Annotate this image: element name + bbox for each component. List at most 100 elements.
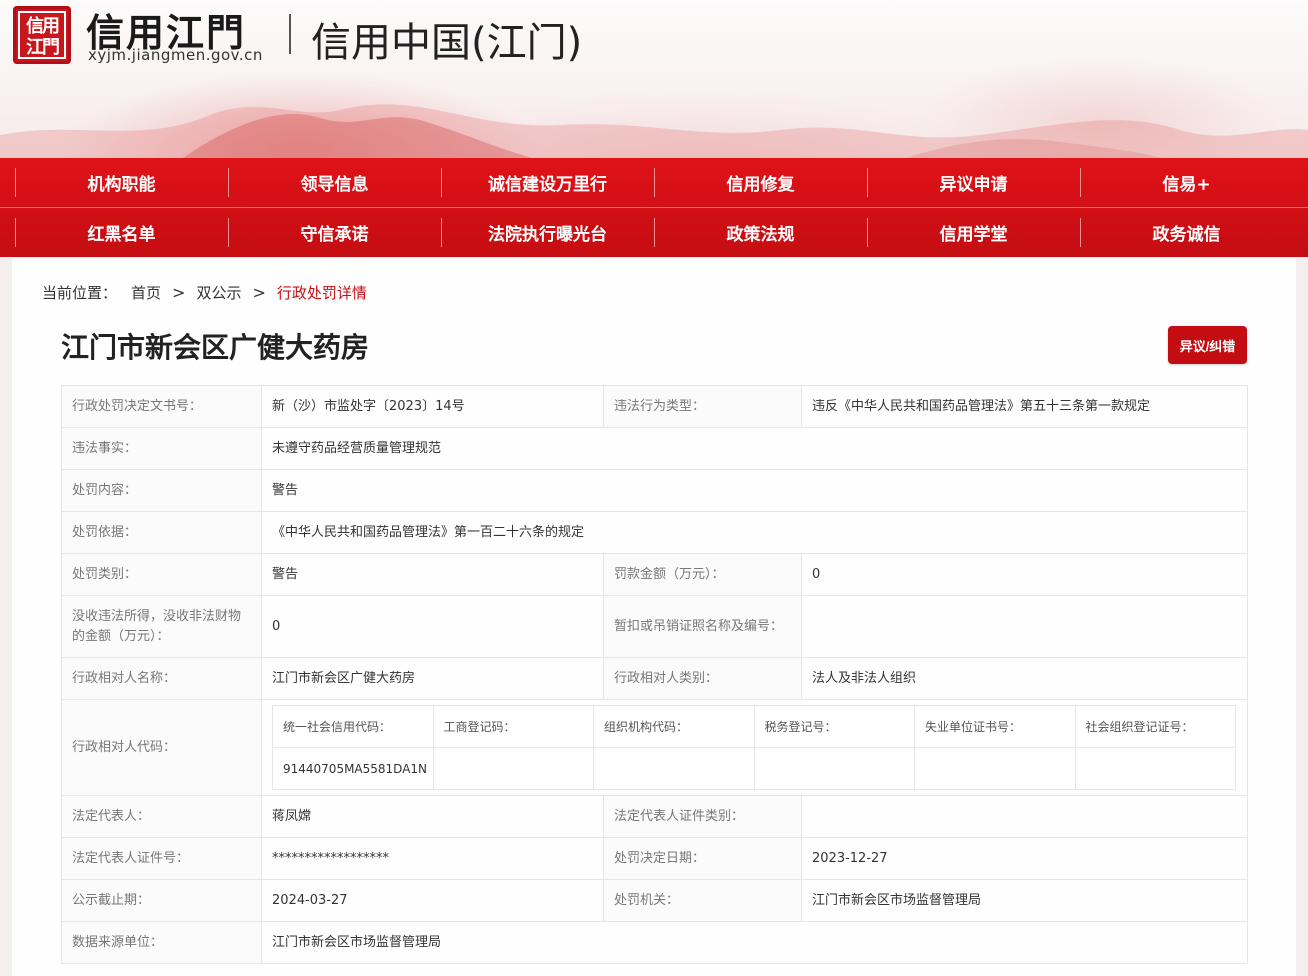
- logo-seal[interactable]: 信用 江門: [13, 6, 71, 64]
- authority-value: 江门市新会区市场监督管理局: [801, 879, 1248, 922]
- category-label: 处罚类别：: [61, 553, 262, 596]
- table-row: 数据来源单位： 江门市新会区市场监督管理局: [61, 921, 1248, 964]
- code-value: [593, 747, 755, 790]
- basis-label: 处罚依据：: [61, 511, 262, 554]
- table-row: 行政相对人名称： 江门市新会区广健大药房 行政相对人类别： 法人及非法人组织: [61, 657, 1248, 700]
- violation-type-value: 违反《中华人民共和国药品管理法》第五十三条第一款规定: [801, 385, 1248, 428]
- legal-rep-label: 法定代表人：: [61, 795, 262, 838]
- party-type-label: 行政相对人类别：: [603, 657, 802, 700]
- dispute-button[interactable]: 异议/纠错: [1168, 326, 1247, 364]
- code-value-row: 91440705MA5581DA1N: [272, 747, 1236, 790]
- publicity-end-value: 2024-03-27: [261, 879, 604, 922]
- facts-label: 违法事实：: [61, 427, 262, 470]
- table-row: 没收违法所得，没收非法财物的金额（万元）： 0 暂扣或吊销证照名称及编号：: [61, 595, 1248, 658]
- violation-type-label: 违法行为类型：: [603, 385, 802, 428]
- source-value: 江门市新会区市场监督管理局: [261, 921, 1248, 964]
- brand-url: xyjm.jiangmen.gov.cn: [88, 46, 263, 64]
- table-row: 处罚内容： 警告: [61, 469, 1248, 512]
- confiscation-label: 没收违法所得，没收非法财物的金额（万元）：: [61, 595, 262, 658]
- legal-id-no-value: ******************: [261, 837, 604, 880]
- code-header: 社会组织登记证号：: [1074, 705, 1236, 748]
- code-header: 统一社会信用代码：: [272, 705, 434, 748]
- nav-item-gov-integrity[interactable]: 政务诚信: [1080, 208, 1293, 257]
- confiscation-value: 0: [261, 595, 604, 658]
- nav-row-1: 机构职能 领导信息 诚信建设万里行 信用修复 异议申请 信易+: [15, 158, 1293, 207]
- table-row: 法定代表人： 蒋凤嫦 法定代表人证件类别：: [61, 795, 1248, 838]
- breadcrumb: 当前位置： 首页 > 双公示 > 行政处罚详情: [42, 282, 367, 303]
- breadcrumb-home-link[interactable]: 首页: [131, 282, 161, 303]
- legal-rep-value: 蒋凤嫦: [261, 795, 604, 838]
- table-row: 行政相对人代码： 统一社会信用代码： 工商登记码： 组织机构代码： 税务登记号：…: [61, 699, 1248, 796]
- nav-row-2: 红黑名单 守信承诺 法院执行曝光台 政策法规 信用学堂 政务诚信: [15, 208, 1293, 257]
- code-header: 税务登记号：: [753, 705, 915, 748]
- table-row: 行政处罚决定文书号： 新（沙）市监处字〔2023〕14号 违法行为类型： 违反《…: [61, 385, 1248, 428]
- breadcrumb-label: 当前位置：: [42, 284, 118, 302]
- publicity-end-label: 公示截止期：: [61, 879, 262, 922]
- code-header: 工商登记码：: [432, 705, 594, 748]
- fine-label: 罚款金额（万元）：: [603, 553, 802, 596]
- code-value: [914, 747, 1076, 790]
- breadcrumb-separator: >: [252, 283, 266, 302]
- nav-item-credit-school[interactable]: 信用学堂: [867, 208, 1080, 257]
- svg-text:江門: 江門: [26, 37, 59, 58]
- content-value: 警告: [261, 469, 1248, 512]
- table-row: 公示截止期： 2024-03-27 处罚机关： 江门市新会区市场监督管理局: [61, 879, 1248, 922]
- brand-divider: [289, 14, 291, 54]
- license-value: [801, 595, 1248, 658]
- nav-item-agency-functions[interactable]: 机构职能: [15, 158, 228, 207]
- nav-item-integrity-campaign[interactable]: 诚信建设万里行: [441, 158, 654, 207]
- table-row: 处罚类别： 警告 罚款金额（万元）： 0: [61, 553, 1248, 596]
- basis-value: 《中华人民共和国药品管理法》第一百二十六条的规定: [261, 511, 1248, 554]
- authority-label: 处罚机关：: [603, 879, 802, 922]
- code-header: 组织机构代码：: [593, 705, 755, 748]
- party-name-label: 行政相对人名称：: [61, 657, 262, 700]
- category-value: 警告: [261, 553, 604, 596]
- penalty-detail-table: 行政处罚决定文书号： 新（沙）市监处字〔2023〕14号 违法行为类型： 违反《…: [61, 385, 1248, 964]
- party-code-label: 行政相对人代码：: [61, 699, 262, 796]
- svg-text:信用: 信用: [26, 15, 59, 37]
- code-value: [753, 747, 915, 790]
- party-code-cell: 统一社会信用代码： 工商登记码： 组织机构代码： 税务登记号： 失业单位证书号：…: [261, 699, 1248, 796]
- source-label: 数据来源单位：: [61, 921, 262, 964]
- nav-item-objection[interactable]: 异议申请: [867, 158, 1080, 207]
- party-name-value: 江门市新会区广健大药房: [261, 657, 604, 700]
- party-type-value: 法人及非法人组织: [801, 657, 1248, 700]
- legal-id-type-value: [801, 795, 1248, 838]
- code-header-row: 统一社会信用代码： 工商登记码： 组织机构代码： 税务登记号： 失业单位证书号：…: [272, 705, 1236, 748]
- table-row: 处罚依据： 《中华人民共和国药品管理法》第一百二十六条的规定: [61, 511, 1248, 554]
- code-value: [432, 747, 594, 790]
- nav-item-policies[interactable]: 政策法规: [654, 208, 867, 257]
- facts-value: 未遵守药品经营质量管理规范: [261, 427, 1248, 470]
- page-title: 江门市新会区广健大药房: [61, 331, 370, 364]
- seal-icon: 信用 江門: [18, 11, 66, 59]
- legal-id-type-label: 法定代表人证件类别：: [603, 795, 802, 838]
- table-row: 违法事实： 未遵守药品经营质量管理规范: [61, 427, 1248, 470]
- code-header: 失业单位证书号：: [914, 705, 1076, 748]
- breadcrumb-double-public-link[interactable]: 双公示: [196, 282, 241, 303]
- decision-no-value: 新（沙）市监处字〔2023〕14号: [261, 385, 604, 428]
- nav-item-court-exposure[interactable]: 法院执行曝光台: [441, 208, 654, 257]
- license-label: 暂扣或吊销证照名称及编号：: [603, 595, 802, 658]
- site-title: 信用中国(江门): [311, 20, 583, 66]
- site-header: 信用 江門 信用江門 xyjm.jiangmen.gov.cn 信用中国(江门): [0, 0, 1308, 158]
- decision-no-label: 行政处罚决定文书号：: [61, 385, 262, 428]
- mountain-decoration: [0, 104, 1308, 158]
- nav-item-commitment[interactable]: 守信承诺: [228, 208, 441, 257]
- breadcrumb-current: 行政处罚详情: [276, 284, 367, 302]
- code-value: [1074, 747, 1236, 790]
- nav-item-xinyi-plus[interactable]: 信易+: [1080, 158, 1293, 207]
- code-value: 91440705MA5581DA1N: [272, 747, 434, 790]
- table-row: 法定代表人证件号： ****************** 处罚决定日期： 202…: [61, 837, 1248, 880]
- content-panel: 当前位置： 首页 > 双公示 > 行政处罚详情 江门市新会区广健大药房 异议/纠…: [12, 258, 1296, 976]
- content-label: 处罚内容：: [61, 469, 262, 512]
- legal-id-no-label: 法定代表人证件号：: [61, 837, 262, 880]
- decision-date-label: 处罚决定日期：: [603, 837, 802, 880]
- main-nav: 机构职能 领导信息 诚信建设万里行 信用修复 异议申请 信易+ 红黑名单 守信承…: [0, 158, 1308, 257]
- party-code-table: 统一社会信用代码： 工商登记码： 组织机构代码： 税务登记号： 失业单位证书号：…: [272, 705, 1236, 790]
- nav-item-credit-repair[interactable]: 信用修复: [654, 158, 867, 207]
- decision-date-value: 2023-12-27: [801, 837, 1248, 880]
- nav-item-leadership[interactable]: 领导信息: [228, 158, 441, 207]
- breadcrumb-separator: >: [172, 283, 186, 302]
- nav-item-red-black-list[interactable]: 红黑名单: [15, 208, 228, 257]
- fine-value: 0: [801, 553, 1248, 596]
